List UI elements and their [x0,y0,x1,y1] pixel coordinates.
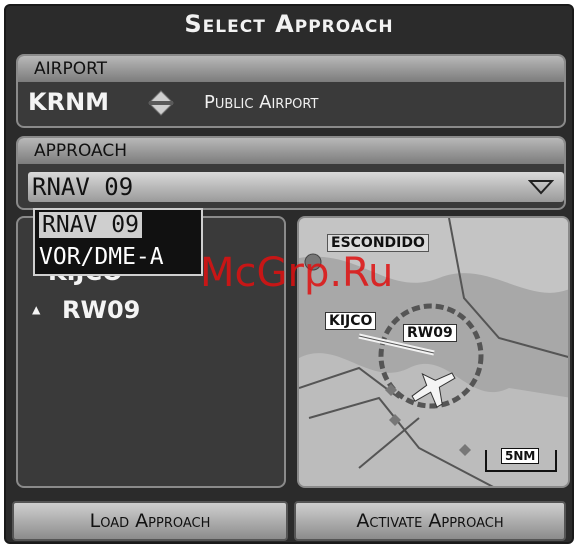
runway-label: RW09 [407,325,453,341]
load-approach-button[interactable]: Load Approach [12,501,288,541]
activate-approach-button[interactable]: Activate Approach [294,501,566,541]
approach-header: APPROACH [18,138,564,164]
map-label-waypoint: KIJCO [325,312,377,330]
dropdown-option-vordme-a[interactable]: VOR/DME-A [39,244,164,270]
approach-selected-value: RNAV 09 [32,173,134,201]
airport-diamond-icon [148,90,174,116]
dialog-title: Select Approach [184,10,394,38]
airport-section: AIRPORT KRNM Public Airport [16,54,566,128]
map-scale: 5NM [485,448,557,472]
list-item[interactable]: RW09 [62,296,140,324]
approach-dropdown-list: RNAV 09 VOR/DME-A [33,208,203,276]
transition-marker: ▲ [32,302,41,318]
approach-select[interactable]: RNAV 09 [28,172,564,202]
map-label-runway: RW09 [403,324,457,342]
airport-type: Public Airport [204,92,319,113]
transition-label: RW09 [62,296,141,324]
airport-ident[interactable]: KRNM [28,88,109,116]
dropdown-option-rnav09[interactable]: RNAV 09 [39,212,142,238]
approach-section: APPROACH RNAV 09 [16,136,566,210]
airport-header: AIRPORT [18,56,564,82]
watermark-text: McGrp.Ru [200,250,394,296]
city-label: ESCONDIDO [331,235,425,251]
waypoint-label: KIJCO [329,313,373,329]
scale-label: 5NM [501,448,540,464]
chevron-down-icon[interactable] [528,179,554,195]
